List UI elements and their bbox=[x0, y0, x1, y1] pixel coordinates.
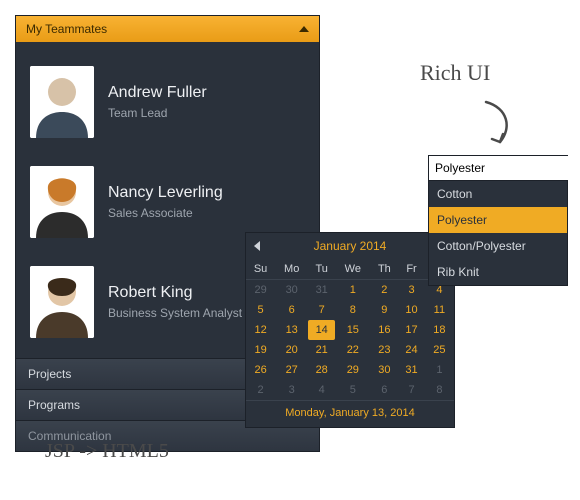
calendar-dow: Th bbox=[370, 259, 398, 280]
material-dropdown: CottonPolyesterCotton/PolyesterRib Knit bbox=[428, 155, 568, 286]
calendar-day[interactable]: 5 bbox=[335, 380, 370, 400]
dropdown-input[interactable] bbox=[429, 156, 580, 180]
calendar-day[interactable]: 3 bbox=[398, 280, 425, 301]
dropdown-option[interactable]: Polyester bbox=[429, 207, 567, 233]
dropdown-option[interactable]: Cotton bbox=[429, 181, 567, 207]
calendar: January 2014 SuMoTuWeThFrSa 293031123456… bbox=[245, 232, 455, 428]
calendar-day[interactable]: 30 bbox=[275, 280, 308, 301]
teammate-name: Andrew Fuller bbox=[108, 84, 207, 102]
calendar-day[interactable]: 19 bbox=[246, 340, 275, 360]
dropdown-input-wrap bbox=[428, 155, 568, 181]
calendar-day[interactable]: 5 bbox=[246, 300, 275, 320]
calendar-day[interactable]: 31 bbox=[308, 280, 335, 301]
calendar-day[interactable]: 29 bbox=[246, 280, 275, 301]
calendar-day[interactable]: 3 bbox=[275, 380, 308, 400]
avatar bbox=[30, 66, 94, 138]
arrow-icon bbox=[478, 98, 518, 152]
calendar-day[interactable]: 24 bbox=[398, 340, 425, 360]
calendar-grid: SuMoTuWeThFrSa 2930311234567891011121314… bbox=[246, 259, 454, 400]
calendar-day[interactable]: 7 bbox=[308, 300, 335, 320]
calendar-day[interactable]: 26 bbox=[246, 360, 275, 380]
teammate-name: Robert King bbox=[108, 284, 242, 302]
calendar-title[interactable]: January 2014 bbox=[260, 239, 440, 253]
calendar-day[interactable]: 27 bbox=[275, 360, 308, 380]
calendar-day[interactable]: 13 bbox=[275, 320, 308, 340]
calendar-day[interactable]: 23 bbox=[370, 340, 398, 360]
calendar-day[interactable]: 25 bbox=[425, 340, 454, 360]
calendar-day[interactable]: 22 bbox=[335, 340, 370, 360]
calendar-day[interactable]: 12 bbox=[246, 320, 275, 340]
calendar-day[interactable]: 21 bbox=[308, 340, 335, 360]
calendar-day[interactable]: 20 bbox=[275, 340, 308, 360]
calendar-dow: Su bbox=[246, 259, 275, 280]
teammates-panel-header[interactable]: My Teammates bbox=[16, 16, 319, 42]
calendar-day[interactable]: 2 bbox=[246, 380, 275, 400]
calendar-day[interactable]: 1 bbox=[335, 280, 370, 301]
dropdown-option[interactable]: Cotton/Polyester bbox=[429, 233, 567, 259]
calendar-day[interactable]: 7 bbox=[398, 380, 425, 400]
calendar-day[interactable]: 6 bbox=[370, 380, 398, 400]
panel-title: My Teammates bbox=[26, 22, 107, 36]
calendar-day[interactable]: 30 bbox=[370, 360, 398, 380]
calendar-day[interactable]: 6 bbox=[275, 300, 308, 320]
dropdown-list: CottonPolyesterCotton/PolyesterRib Knit bbox=[428, 181, 568, 286]
calendar-day[interactable]: 8 bbox=[335, 300, 370, 320]
chevron-up-icon bbox=[299, 26, 309, 32]
annotation-rich-ui: Rich UI bbox=[420, 60, 490, 86]
dropdown-option[interactable]: Rib Knit bbox=[429, 259, 567, 285]
calendar-day[interactable]: 29 bbox=[335, 360, 370, 380]
calendar-day[interactable]: 17 bbox=[398, 320, 425, 340]
teammate-item[interactable]: Andrew Fuller Team Lead bbox=[30, 52, 305, 152]
calendar-day[interactable]: 4 bbox=[308, 380, 335, 400]
calendar-day[interactable]: 10 bbox=[398, 300, 425, 320]
annotation-jsp-html5: JSP -> HTML5 bbox=[45, 440, 169, 463]
calendar-dow: Mo bbox=[275, 259, 308, 280]
calendar-day[interactable]: 15 bbox=[335, 320, 370, 340]
calendar-day[interactable]: 1 bbox=[425, 360, 454, 380]
calendar-day[interactable]: 18 bbox=[425, 320, 454, 340]
avatar bbox=[30, 266, 94, 338]
calendar-day[interactable]: 2 bbox=[370, 280, 398, 301]
teammate-role: Business System Analyst bbox=[108, 306, 242, 320]
calendar-dow: Tu bbox=[308, 259, 335, 280]
teammate-name: Nancy Leverling bbox=[108, 184, 223, 202]
calendar-day[interactable]: 9 bbox=[370, 300, 398, 320]
calendar-footer[interactable]: Monday, January 13, 2014 bbox=[246, 400, 454, 427]
calendar-dow: We bbox=[335, 259, 370, 280]
teammate-role: Sales Associate bbox=[108, 206, 223, 220]
calendar-day[interactable]: 16 bbox=[370, 320, 398, 340]
teammate-role: Team Lead bbox=[108, 106, 207, 120]
calendar-day[interactable]: 8 bbox=[425, 380, 454, 400]
calendar-day[interactable]: 14 bbox=[308, 320, 335, 340]
avatar bbox=[30, 166, 94, 238]
calendar-day[interactable]: 11 bbox=[425, 300, 454, 320]
calendar-day[interactable]: 28 bbox=[308, 360, 335, 380]
calendar-day[interactable]: 31 bbox=[398, 360, 425, 380]
calendar-dow: Fr bbox=[398, 259, 425, 280]
